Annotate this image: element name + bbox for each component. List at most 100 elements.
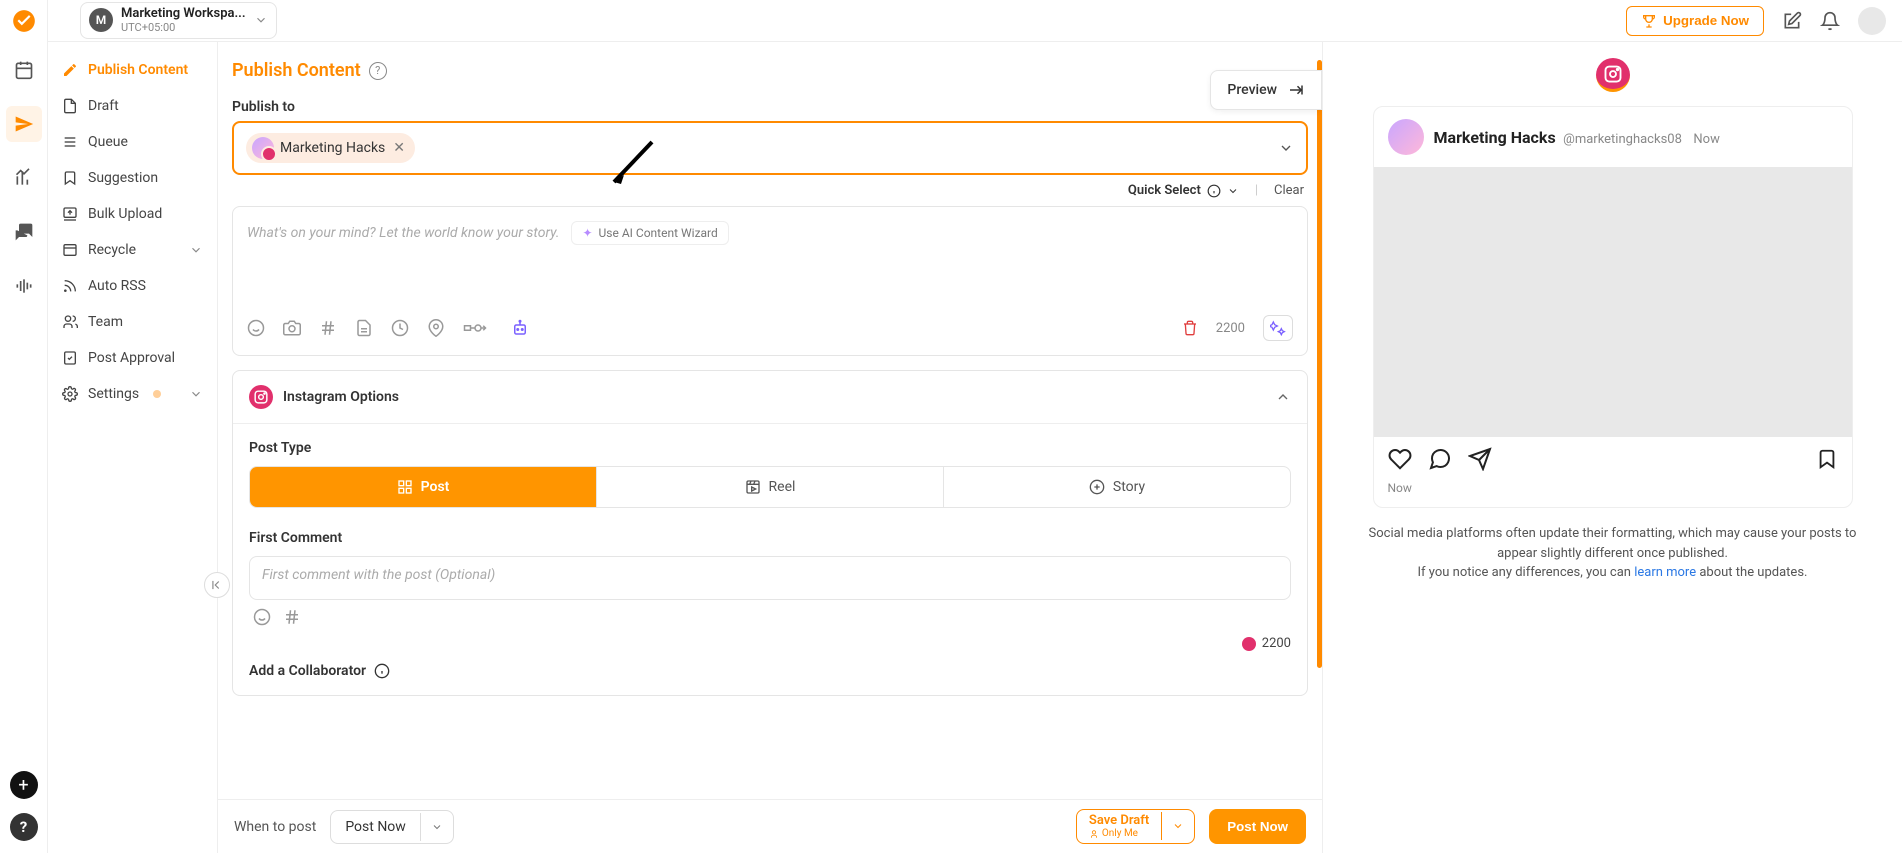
- queue-icon: [62, 134, 78, 150]
- chevron-down-icon[interactable]: [1161, 812, 1194, 840]
- sidebar-item-suggestion[interactable]: Suggestion: [48, 160, 217, 196]
- chevron-down-icon[interactable]: [1278, 140, 1294, 156]
- info-icon: [1207, 184, 1221, 198]
- instagram-options-header[interactable]: Instagram Options: [233, 371, 1307, 424]
- account-chip[interactable]: Marketing Hacks ✕: [246, 133, 415, 163]
- post-type-reel[interactable]: Reel: [597, 467, 944, 507]
- content-composer[interactable]: What's on your mind? Let the world know …: [232, 206, 1308, 356]
- post-now-button[interactable]: Post Now: [1209, 809, 1306, 844]
- bell-icon[interactable]: [1820, 11, 1840, 31]
- sidebar-item-label: Settings: [88, 386, 139, 402]
- robot-icon[interactable]: [511, 319, 529, 337]
- scroll-indicator: [1317, 60, 1322, 668]
- collapse-sidebar-button[interactable]: [204, 572, 230, 598]
- chevron-down-icon[interactable]: [420, 813, 453, 841]
- compose-icon[interactable]: [1782, 11, 1802, 31]
- post-type-label: Story: [1113, 479, 1145, 495]
- sidebar-item-settings[interactable]: Settings: [48, 376, 217, 412]
- rail-audio-icon[interactable]: [6, 268, 42, 304]
- trophy-icon: [1641, 13, 1657, 29]
- sidebar-item-label: Auto RSS: [88, 278, 146, 294]
- sidebar-item-label: Queue: [88, 134, 128, 150]
- sidebar-item-label: Publish Content: [88, 62, 188, 78]
- template-icon[interactable]: [355, 319, 373, 337]
- preview-card: Marketing Hacks @marketinghacks08 Now No: [1373, 106, 1853, 508]
- quick-select-button[interactable]: Quick Select: [1128, 183, 1239, 198]
- learn-more-link[interactable]: learn more: [1634, 565, 1696, 580]
- app-logo[interactable]: [11, 8, 37, 34]
- instagram-dot-icon: [1242, 637, 1256, 651]
- sidebar-item-publish-content[interactable]: Publish Content: [48, 52, 217, 88]
- upgrade-label: Upgrade Now: [1663, 13, 1749, 28]
- save-draft-sublabel: Only Me: [1089, 828, 1138, 839]
- workspace-avatar: M: [89, 8, 113, 32]
- hashtag-icon[interactable]: [319, 319, 337, 337]
- camera-icon[interactable]: [283, 319, 301, 337]
- wand-icon: ✦: [582, 226, 592, 240]
- pencil-icon: [62, 62, 78, 78]
- info-icon[interactable]: [374, 663, 390, 679]
- rail-analytics-icon[interactable]: [6, 160, 42, 196]
- help-icon[interactable]: ?: [369, 62, 387, 80]
- chevron-down-icon: [1227, 185, 1239, 197]
- preview-handle: @marketinghacks08: [1563, 132, 1682, 147]
- when-to-post-label: When to post: [234, 819, 316, 835]
- link-icon[interactable]: [463, 319, 493, 337]
- sidebar-item-recycle[interactable]: Recycle: [48, 232, 217, 268]
- publish-to-selector[interactable]: Marketing Hacks ✕: [232, 121, 1308, 175]
- sidebar-item-post-approval[interactable]: Post Approval: [48, 340, 217, 376]
- emoji-icon[interactable]: [247, 319, 265, 337]
- sidebar-item-auto-rss[interactable]: Auto RSS: [48, 268, 217, 304]
- clear-button[interactable]: Clear: [1274, 183, 1304, 198]
- save-draft-button[interactable]: Save Draft Only Me: [1076, 809, 1195, 844]
- enhance-icon[interactable]: [1263, 315, 1293, 341]
- sidebar-item-label: Recycle: [88, 242, 136, 258]
- rail-help-button[interactable]: ?: [10, 813, 38, 841]
- collaborator-label: Add a Collaborator: [249, 663, 366, 679]
- sidebar-item-bulk-upload[interactable]: Bulk Upload: [48, 196, 217, 232]
- rail-add-button[interactable]: +: [10, 771, 38, 799]
- grid-icon: [397, 479, 413, 495]
- user-avatar[interactable]: [1858, 7, 1886, 35]
- notification-dot: [153, 390, 161, 398]
- share-icon: [1468, 447, 1492, 471]
- when-to-post-select[interactable]: Post Now: [330, 810, 454, 844]
- emoji-icon[interactable]: [253, 608, 271, 626]
- upgrade-button[interactable]: Upgrade Now: [1626, 6, 1764, 36]
- ai-wizard-label: Use AI Content Wizard: [599, 226, 718, 240]
- page-title: Publish Content: [232, 60, 361, 81]
- bookmark-icon: [62, 170, 78, 186]
- sidebar-item-queue[interactable]: Queue: [48, 124, 217, 160]
- chevron-down-icon: [189, 387, 203, 401]
- clock-icon[interactable]: [391, 319, 409, 337]
- workspace-name: Marketing Workspa...: [121, 7, 246, 21]
- sidebar-item-draft[interactable]: Draft: [48, 88, 217, 124]
- preview-tab-instagram[interactable]: [1596, 58, 1630, 92]
- recycle-icon: [62, 242, 78, 258]
- hashtag-icon[interactable]: [283, 608, 301, 626]
- rail-publish-icon[interactable]: [6, 106, 42, 142]
- trash-icon[interactable]: [1182, 320, 1198, 336]
- first-comment-input[interactable]: First comment with the post (Optional): [249, 556, 1291, 600]
- sidebar-item-label: Draft: [88, 98, 119, 114]
- comment-icon: [1428, 447, 1452, 471]
- preview-timestamp: Now: [1374, 481, 1852, 507]
- chevron-down-icon: [254, 13, 268, 27]
- char-counter: 2200: [1216, 321, 1245, 336]
- workspace-switcher[interactable]: M Marketing Workspa... UTC+05:00: [80, 2, 277, 38]
- account-avatar: [252, 137, 274, 159]
- location-icon[interactable]: [427, 319, 445, 337]
- post-type-label: Reel: [769, 479, 796, 495]
- team-icon: [62, 314, 78, 330]
- when-to-post-value: Post Now: [331, 811, 420, 843]
- sidebar-item-team[interactable]: Team: [48, 304, 217, 340]
- post-type-post[interactable]: Post: [250, 467, 597, 507]
- post-type-story[interactable]: Story: [944, 467, 1290, 507]
- heart-icon: [1388, 447, 1412, 471]
- rail-calendar-icon[interactable]: [6, 52, 42, 88]
- remove-account-icon[interactable]: ✕: [393, 140, 405, 156]
- reel-icon: [745, 479, 761, 495]
- ai-wizard-button[interactable]: ✦ Use AI Content Wizard: [571, 221, 728, 245]
- sidebar-item-label: Suggestion: [88, 170, 158, 186]
- rail-conversations-icon[interactable]: [6, 214, 42, 250]
